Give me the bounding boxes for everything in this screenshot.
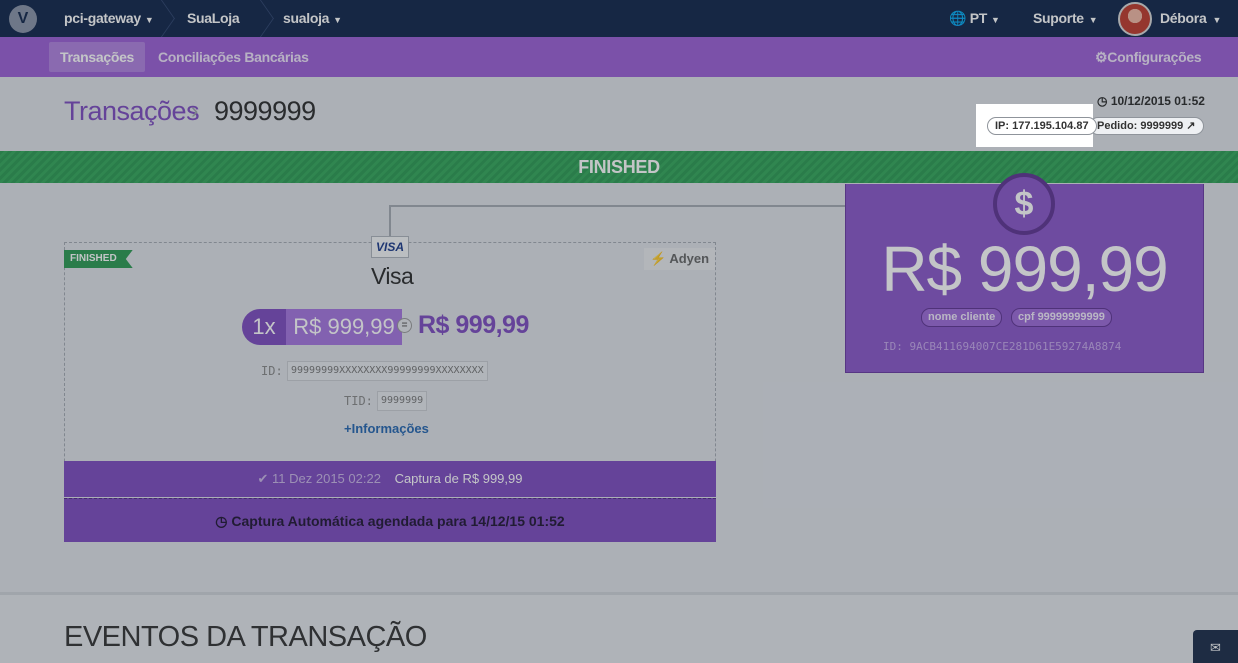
logo-icon[interactable]: V bbox=[9, 5, 37, 33]
chevron-down-icon: ▼ bbox=[991, 15, 1000, 25]
support-label: Suporte bbox=[1033, 10, 1084, 26]
avatar[interactable] bbox=[1118, 2, 1152, 36]
plus-icon: + bbox=[344, 421, 352, 436]
language-menu[interactable]: 🌐 PT ▼ bbox=[949, 0, 1000, 37]
payment-id-value: 99999999XXXXXXXX99999999XXXXXXXX bbox=[287, 361, 488, 381]
settings-label: Configurações bbox=[1107, 49, 1202, 65]
language-label: PT bbox=[969, 10, 988, 26]
transaction-id: 9999999 bbox=[214, 96, 316, 126]
chevron-right-icon: › bbox=[191, 98, 199, 123]
dollar-icon: $ bbox=[993, 173, 1055, 235]
payment-id-label: ID: bbox=[261, 364, 283, 378]
customer-name-tag: nome cliente bbox=[921, 308, 1003, 327]
cpf-value: 99999999999 bbox=[1037, 311, 1105, 323]
settings-link[interactable]: ⚙Configurações bbox=[1084, 42, 1212, 72]
acquirer-label: Adyen bbox=[669, 251, 710, 266]
connector-line bbox=[389, 205, 391, 237]
visa-logo-icon: VISA bbox=[371, 236, 409, 258]
breadcrumb-store-label: SuaLoja bbox=[187, 10, 240, 26]
order-badge[interactable]: Pedido: 9999999 ↗ bbox=[1089, 117, 1204, 135]
breadcrumb-store-account[interactable]: sualoja ▼ bbox=[283, 0, 342, 37]
globe-icon: 🌐 bbox=[949, 10, 967, 26]
clock-icon: ◷ bbox=[215, 513, 228, 529]
equals-icon: = bbox=[397, 318, 412, 333]
support-menu[interactable]: Suporte ▼ bbox=[1033, 0, 1098, 37]
page-title[interactable]: Transações bbox=[64, 96, 200, 127]
gear-icon: ⚙ bbox=[1095, 49, 1108, 65]
amount-value: R$ 999,99 bbox=[881, 233, 1168, 305]
status-badge: FINISHED bbox=[64, 250, 133, 268]
tab-transacoes[interactable]: Transações bbox=[49, 42, 146, 72]
check-icon: ✔ bbox=[257, 471, 269, 486]
top-navbar: V pci-gateway ▼ SuaLoja sualoja ▼ 🌐 PT ▼ Su… bbox=[0, 0, 1238, 37]
chevron-down-icon: ▼ bbox=[1212, 15, 1222, 25]
cpf-tag: cpf 99999999999 bbox=[1011, 308, 1112, 327]
events-title: EVENTOS DA TRANSAÇÃO bbox=[64, 621, 427, 653]
capture-date-value: 11 Dez 2015 02:22 bbox=[272, 471, 381, 486]
acquirer-badge: ⚡ Adyen bbox=[644, 248, 716, 270]
status-banner: FINISHED bbox=[0, 151, 1238, 183]
order-label: Pedido: 9999999 bbox=[1097, 120, 1184, 132]
chevron-down-icon: ▼ bbox=[333, 15, 342, 25]
more-info-label: Informações bbox=[351, 421, 429, 436]
more-info-link[interactable]: +Informações bbox=[344, 421, 429, 436]
installments-badge: 1x R$ 999,99 bbox=[242, 309, 402, 345]
chat-icon[interactable]: ✉ bbox=[1193, 630, 1238, 663]
installments-count: 1x bbox=[252, 314, 276, 339]
tid-label: TID: bbox=[344, 394, 373, 408]
breadcrumb-store[interactable]: SuaLoja bbox=[187, 0, 240, 37]
connector-line bbox=[389, 205, 845, 207]
tid-value: 9999999 bbox=[377, 391, 428, 411]
sub-navbar: Transações Conciliações Bancárias ⚙Confi… bbox=[0, 37, 1238, 77]
user-name: Débora bbox=[1160, 10, 1207, 26]
gateway-id: ID: 9ACB411694007CE281D61E59274A8874 bbox=[883, 340, 1122, 353]
installment-value: R$ 999,99 bbox=[286, 309, 402, 345]
capture-row: ✔ 11 Dez 2015 02:22 Captura de R$ 999,99 bbox=[64, 461, 716, 497]
plug-icon: ⚡ bbox=[650, 251, 667, 266]
auto-capture-text: Captura Automática agendada para 14/12/1… bbox=[231, 513, 565, 529]
user-menu[interactable]: Débora ▼ bbox=[1160, 0, 1221, 37]
external-link-icon: ↗ bbox=[1186, 120, 1196, 132]
cpf-label: cpf bbox=[1018, 311, 1035, 323]
tab-conciliacoes-bancarias[interactable]: Conciliações Bancárias bbox=[147, 42, 320, 72]
capture-date: ✔ 11 Dez 2015 02:22 bbox=[258, 471, 385, 486]
transaction-datetime: ◷ 10/12/2015 01:52 bbox=[1097, 94, 1205, 108]
auto-capture-schedule: ◷ Captura Automática agendada para 14/12… bbox=[64, 498, 716, 542]
chevron-down-icon: ▼ bbox=[1088, 15, 1098, 25]
capture-text: Captura de R$ 999,99 bbox=[394, 471, 523, 486]
clock-icon: ◷ bbox=[1097, 94, 1108, 108]
ip-badge: IP: 177.195.104.87 bbox=[987, 117, 1097, 135]
payment-total: R$ 999,99 bbox=[418, 311, 529, 339]
breadcrumb-separator bbox=[154, 0, 168, 37]
transaction-datetime-value: 10/12/2015 01:52 bbox=[1110, 94, 1205, 108]
breadcrumb-gateway[interactable]: pci-gateway ▼ bbox=[64, 0, 154, 37]
card-brand-label: Visa bbox=[371, 263, 414, 289]
breadcrumb-store-account-label: sualoja bbox=[283, 10, 330, 26]
breadcrumb-separator bbox=[253, 0, 267, 37]
breadcrumb-gateway-label: pci-gateway bbox=[64, 10, 141, 26]
